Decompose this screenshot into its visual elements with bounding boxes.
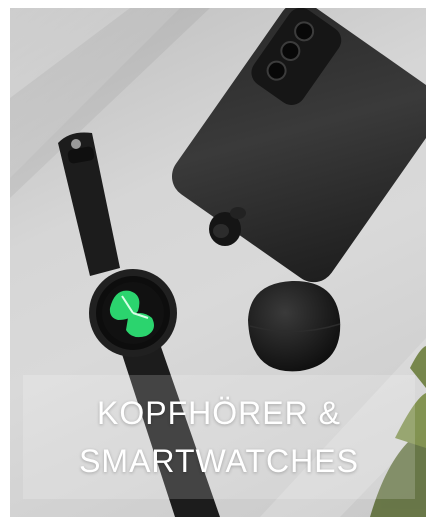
category-caption: KOPFHÖRER & SMARTWATCHES [23, 375, 415, 499]
earbuds-case-icon [248, 280, 341, 372]
category-tile-headphones-smartwatches[interactable]: KOPFHÖRER & SMARTWATCHES [10, 8, 426, 517]
caption-line-headphones: KOPFHÖRER & [97, 395, 341, 431]
caption-line-smartwatches: SMARTWATCHES [79, 443, 359, 479]
smartphone-icon [171, 8, 426, 283]
